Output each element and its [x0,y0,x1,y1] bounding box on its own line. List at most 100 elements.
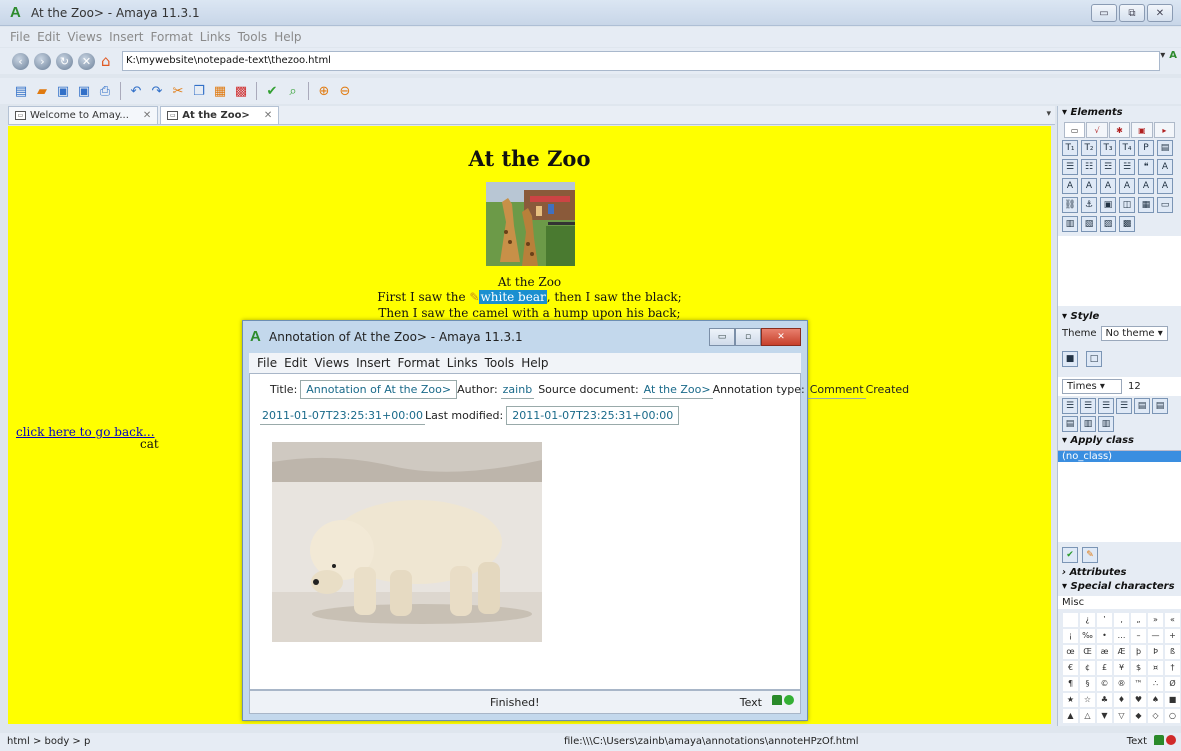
annotation-menu-insert[interactable]: Insert [356,356,390,370]
minimize-button[interactable]: ▭ [1091,4,1117,22]
script-icon[interactable]: ▩ [1119,216,1135,232]
object-icon[interactable]: ◫ [1119,197,1135,213]
special-char-button[interactable]: ® [1114,677,1129,691]
style-section-title[interactable]: ▾ Style [1058,310,1181,324]
annotation-menu-tools[interactable]: Tools [485,356,515,370]
annotation-maximize-button[interactable]: ▫ [735,328,761,346]
italic-icon[interactable]: A [1062,178,1078,194]
special-char-button[interactable]: ‚ [1114,613,1129,627]
special-char-button[interactable]: ◇ [1148,709,1163,723]
align-center-icon[interactable]: ☰ [1080,398,1096,414]
special-char-button[interactable]: † [1165,661,1180,675]
text-color-icon[interactable]: ■ [1062,351,1078,367]
source-document-link[interactable]: At the Zoo> [641,381,713,399]
special-chars-section-title[interactable]: ▾ Special characters [1058,580,1181,594]
html-palette-tab[interactable]: ▭ [1064,122,1086,138]
special-char-button[interactable]: ○ [1165,709,1180,723]
annotated-text[interactable]: white bear [479,290,547,304]
special-char-button[interactable]: • [1097,629,1112,643]
annotation-menu-file[interactable]: File [257,356,277,370]
special-char-button[interactable]: ♥ [1131,693,1146,707]
special-chars-set-select[interactable]: Misc [1058,596,1181,609]
save-as-icon[interactable]: ▣ [75,82,93,100]
special-char-button[interactable]: ¤ [1148,661,1163,675]
special-char-button[interactable]: œ [1063,645,1078,659]
indent-icon[interactable]: ▤ [1134,398,1150,414]
find-icon[interactable]: ⌕ [284,82,302,100]
more-palette-tab[interactable]: ▸ [1153,122,1176,138]
annotation-menu-format[interactable]: Format [398,356,440,370]
heading-4-icon[interactable]: T₄ [1119,140,1135,156]
list-item-icon[interactable]: ☱ [1119,159,1135,175]
open-icon[interactable]: ▰ [33,82,51,100]
margin-icon[interactable]: ▥ [1080,416,1096,432]
special-char-button[interactable]: Œ [1080,645,1095,659]
special-char-button[interactable]: ß [1165,645,1180,659]
close-button[interactable]: ✕ [1147,4,1173,22]
reload-icon[interactable]: ↻ [56,52,73,70]
annotation-menu-help[interactable]: Help [521,356,548,370]
annotation-pencil-icon[interactable]: ✎ [469,290,479,304]
special-char-button[interactable]: – [1131,629,1146,643]
redo-icon[interactable]: ↷ [148,82,166,100]
annotation-menu-links[interactable]: Links [447,356,478,370]
home-icon[interactable]: ⌂ [101,53,117,69]
attributes-section-title[interactable]: › Attributes [1058,566,1181,580]
special-char-button[interactable]: ™ [1131,677,1146,691]
zoom-out-icon[interactable]: ⊖ [336,82,354,100]
menu-links[interactable]: Links [200,30,231,44]
menu-edit[interactable]: Edit [37,30,60,44]
special-char-button[interactable]: ♣ [1097,693,1112,707]
special-char-button[interactable]: Ø [1165,677,1180,691]
paste-icon[interactable]: ▦ [211,82,229,100]
special-char-button[interactable]: ◆ [1131,709,1146,723]
stop-icon[interactable]: ✕ [78,52,95,70]
annotation-menu-views[interactable]: Views [314,356,349,370]
svg-palette-tab[interactable]: ✱ [1108,122,1131,138]
special-char-button[interactable]: ¢ [1080,661,1095,675]
zoom-in-icon[interactable]: ⊕ [315,82,333,100]
created-date-field[interactable]: 2011-01-07T23:25:31+00:00 [260,407,425,425]
tab-list-icon[interactable]: ▾ [1046,109,1051,119]
apply-class-icon[interactable]: ✔ [1062,547,1078,563]
span-icon[interactable]: ▧ [1081,216,1097,232]
special-char-button[interactable]: ▼ [1097,709,1112,723]
back-link[interactable]: click here to go back... [16,425,155,439]
tab-welcome[interactable]: ▭ Welcome to Amay... ✕ [8,106,159,124]
line-spacing-icon[interactable]: ▤ [1062,416,1078,432]
class-list[interactable]: (no_class) [1058,450,1181,542]
special-char-button[interactable]: + [1165,629,1180,643]
special-char-button[interactable]: » [1148,613,1163,627]
special-char-button[interactable]: Æ [1114,645,1129,659]
special-char-button[interactable]: ‰ [1080,629,1095,643]
cut-icon[interactable]: ✂ [169,82,187,100]
align-left-icon[interactable]: ☰ [1062,398,1078,414]
math-palette-tab[interactable]: √ [1086,122,1108,138]
paragraph-icon[interactable]: P [1138,140,1154,156]
menu-views[interactable]: Views [67,30,102,44]
elements-section-title[interactable]: ▾ Elements [1058,106,1181,120]
copy-icon[interactable]: ❐ [190,82,208,100]
frame-icon[interactable]: ▨ [1100,216,1116,232]
numbered-list-icon[interactable]: ☷ [1081,159,1097,175]
strike-icon[interactable]: A [1100,178,1116,194]
preformatted-icon[interactable]: ▤ [1157,140,1173,156]
table-icon[interactable]: ▦ [1138,197,1154,213]
special-char-button[interactable]: ♠ [1148,693,1163,707]
annotation-menu-edit[interactable]: Edit [284,356,307,370]
special-char-button[interactable]: — [1148,629,1163,643]
special-char-button[interactable]: ♦ [1114,693,1129,707]
menu-insert[interactable]: Insert [109,30,143,44]
font-family-select[interactable]: Times ▾ [1062,379,1122,394]
blockquote-icon[interactable]: ❝ [1138,159,1154,175]
special-char-button[interactable]: ☆ [1080,693,1095,707]
print-icon[interactable]: ⎙ [96,82,114,100]
special-char-button[interactable]: ¶ [1063,677,1078,691]
special-char-button[interactable]: « [1165,613,1180,627]
special-char-button[interactable]: þ [1131,645,1146,659]
special-char-button[interactable]: æ [1097,645,1112,659]
justify-icon[interactable]: ☰ [1116,398,1132,414]
padding-icon[interactable]: ▥ [1098,416,1114,432]
special-char-button[interactable]: △ [1080,709,1095,723]
special-char-button[interactable]: ∴ [1148,677,1163,691]
